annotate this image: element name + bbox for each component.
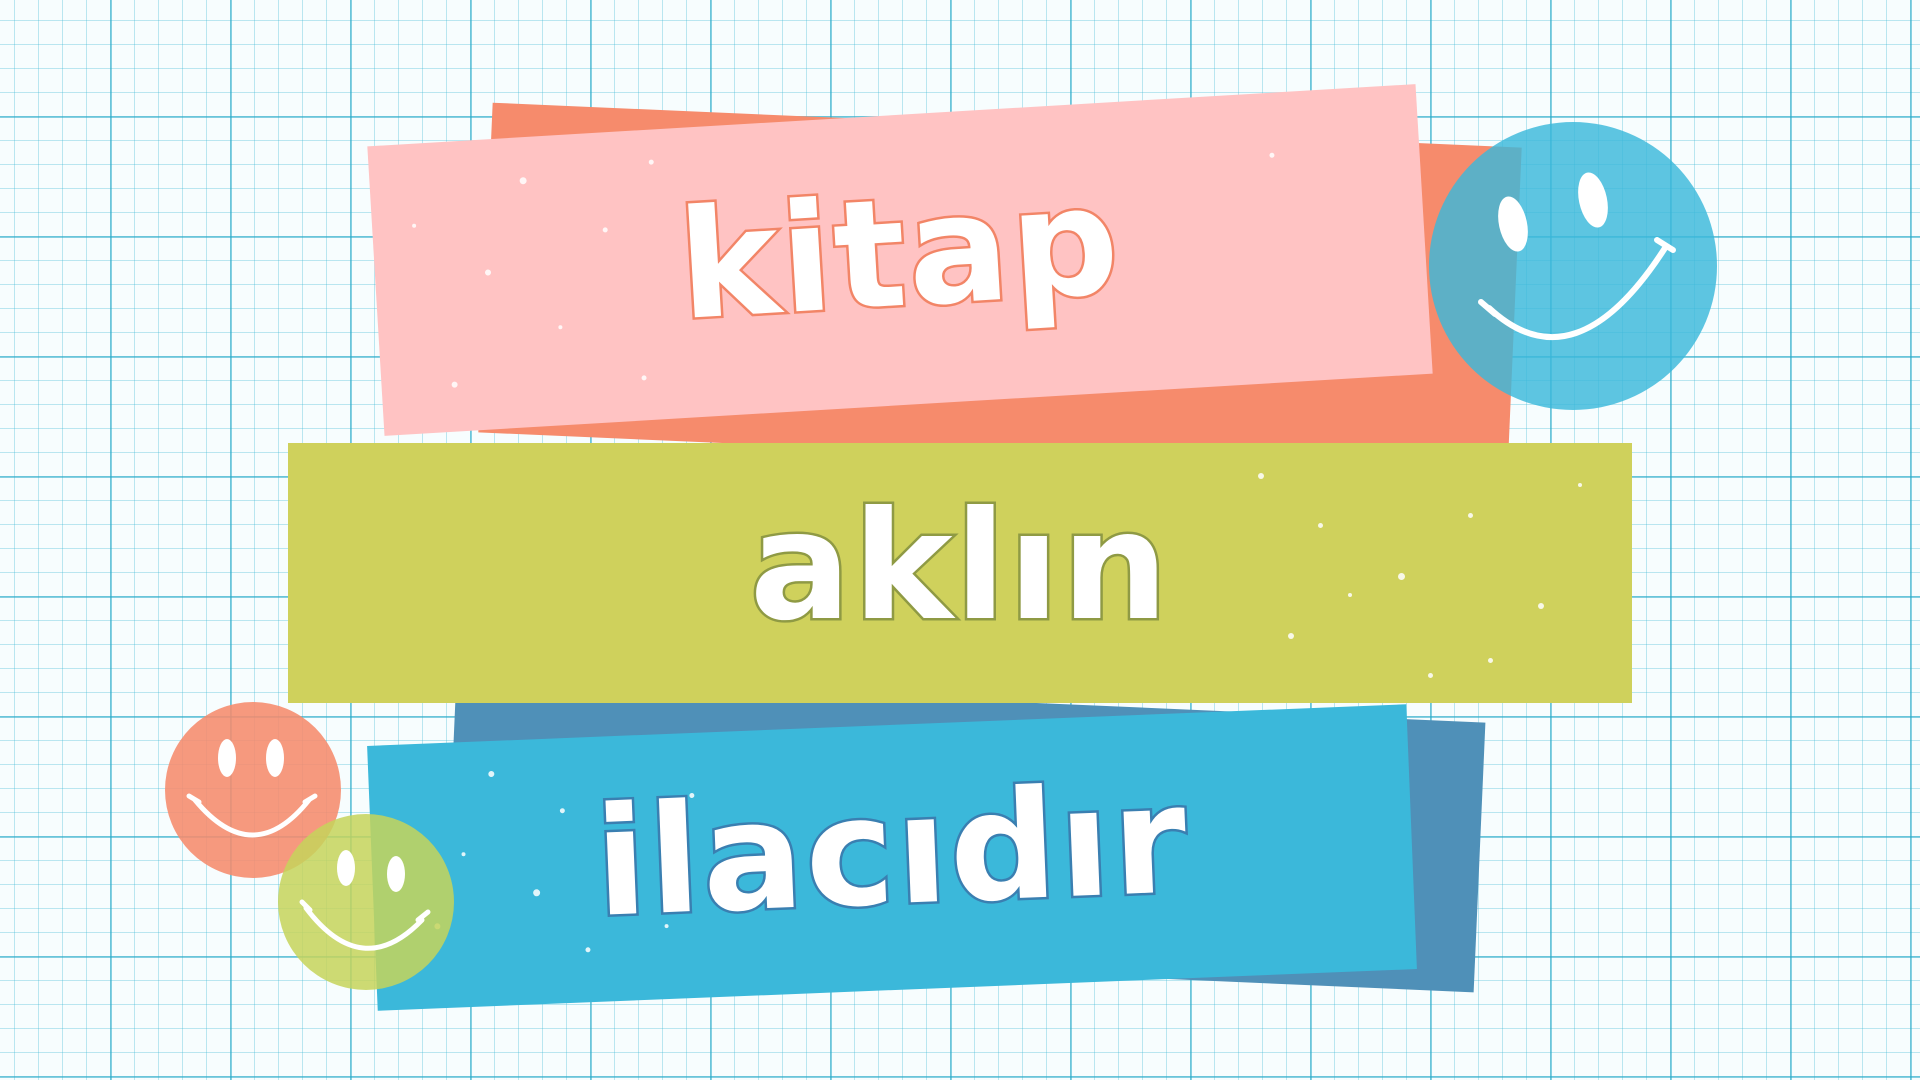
word-ilacidir: ilacıdır [589,750,1194,953]
word-kitap: kitap [672,152,1128,357]
smiley-face-icon [278,814,454,990]
smiley-face-icon [1429,122,1717,410]
cyan-word-band: ilacıdır [367,704,1417,1011]
olive-word-band: aklın [288,443,1632,703]
word-aklin: aklın [747,480,1171,654]
